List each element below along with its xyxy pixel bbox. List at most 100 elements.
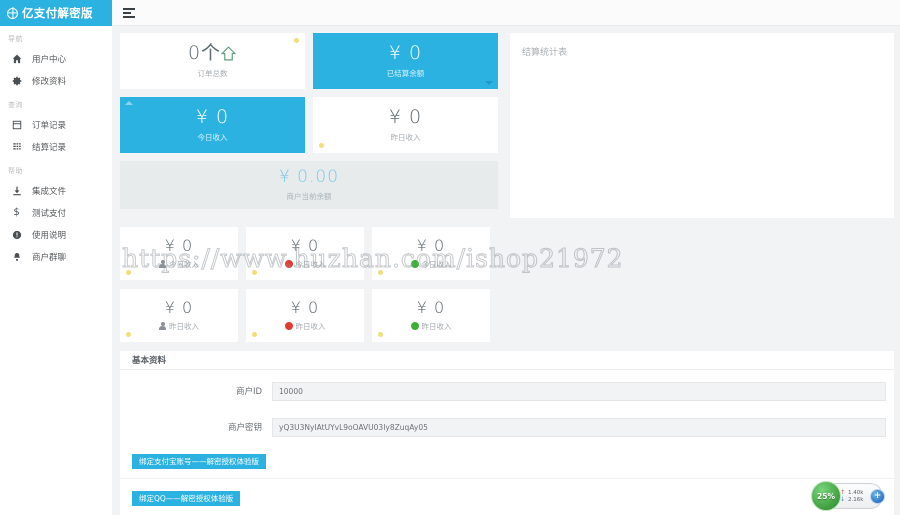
stat-card-current-balance[interactable]: ¥ 0.00 商户当前余额 [120,161,498,209]
info-icon [11,230,22,240]
stat-label: 今日收入 [284,259,326,270]
sidebar-item-label: 集成文件 [32,187,67,197]
basic-info-panel: 基本资料 商户ID 10000 商户密钥 yQ3U3NyIAtUYvL9oOAV… [120,351,894,515]
sidebar-item-user-center[interactable]: 用户中心 [0,48,112,70]
stat-cards-column: 0个 订单总数 ¥ 0 已结算余额 ¥ 0 今日收入 ¥ 0 昨日收入 ¥ 0.… [120,33,502,218]
corner-dot-icon [294,38,299,43]
upload-value: 1.40k [848,489,864,496]
stat-card-wechat-today[interactable]: ¥ 0 今日收入 [372,227,490,280]
triangle-up-icon [125,101,133,105]
payment-stat-row-today: ¥ 0 今日收入 ¥ 0 今日收入 ¥ 0 今日收入 [120,227,894,280]
bind-qq-row: 绑定QQ——解密授权体验版 [120,486,894,506]
stat-label-text: 昨日收入 [169,321,199,331]
corner-dot-icon [319,143,324,148]
bind-alipay-button[interactable]: 绑定支付宝账号——解密授权体验版 [132,454,266,469]
stat-card-settled-balance[interactable]: ¥ 0 已结算余额 [313,33,498,89]
panel-title: 结算统计表 [522,48,568,58]
merchant-id-label: 商户ID [235,387,262,397]
stat-card-qq-yesterday[interactable]: ¥ 0 昨日收入 [246,289,364,342]
stat-value: ¥ 0.00 [278,166,340,187]
hamburger-menu-icon[interactable] [123,7,135,18]
stat-value: ¥ 0 [195,105,230,128]
sidebar-item-instructions[interactable]: 使用说明 [0,224,112,246]
corner-dot-icon [252,270,257,275]
top-bar [112,0,900,26]
stat-value: ¥ 0 [388,41,423,64]
sidebar-item-settlement-records[interactable]: 结算记录 [0,136,112,158]
payment-stat-row-yesterday: ¥ 0 昨日收入 ¥ 0 昨日收入 ¥ 0 昨日收入 [120,289,894,342]
stat-card-today-income[interactable]: ¥ 0 今日收入 [120,97,305,153]
stat-card-yesterday-income[interactable]: ¥ 0 昨日收入 [313,97,498,153]
sidebar-item-label: 修改资料 [32,77,67,87]
sidebar-item-label: 用户中心 [32,55,67,65]
merchant-id-input[interactable]: 10000 [272,381,886,401]
stat-label: 今日收入 [197,132,228,142]
wechat-icon [410,322,419,330]
sidebar-item-merchant-group-chat[interactable]: 商户群聊 [0,246,112,268]
settlement-chart-column: 结算统计表 [510,33,894,218]
qq-icon [284,260,293,268]
stat-label: 已结算余额 [386,68,425,78]
cpu-percent-gauge: 25% [811,481,841,511]
stat-label-text: 今日收入 [295,259,326,269]
stat-label: 订单总数 [197,68,228,78]
sidebar-item-test-payment[interactable]: $ 测试支付 [0,202,112,224]
person-icon [159,322,166,330]
sidebar-item-label: 使用说明 [32,231,67,241]
stat-card-order-total[interactable]: 0个 订单总数 [120,33,305,89]
bell-icon [11,252,22,262]
basic-info-header: 基本资料 [120,351,894,370]
stat-label: 昨日收入 [284,321,326,332]
form-divider [120,478,894,479]
stat-card-alipay-yesterday[interactable]: ¥ 0 昨日收入 [120,289,238,342]
stat-label-text: 今日收入 [421,259,452,269]
stat-label: 今日收入 [159,259,199,270]
stat-row-3: ¥ 0.00 商户当前余额 [120,161,502,209]
stat-value: ¥ 0 [164,235,194,255]
wechat-icon [410,260,419,268]
stat-card-alipay-today[interactable]: ¥ 0 今日收入 [120,227,238,280]
sidebar-item-label: 订单记录 [32,121,67,131]
stat-value: 0个 [187,41,237,64]
sidebar: 亿支付解密版 导航 用户中心 修改资料 查询 订单记录 结算记录 帮助 集成文件… [0,0,112,515]
sidebar-item-edit-profile[interactable]: 修改资料 [0,70,112,92]
sidebar-group-title-help: 帮助 [8,167,23,175]
stat-label: 昨日收入 [410,321,452,332]
sidebar-item-label: 测试支付 [32,209,67,219]
settlement-chart-panel: 结算统计表 [510,33,894,218]
download-value: 2.16k [848,496,864,503]
corner-dot-icon [378,332,383,337]
upload-rate: ↑ 1.40k [840,489,864,496]
sidebar-group-title-nav: 导航 [8,35,23,43]
gear-icon [11,76,22,86]
dollar-icon: $ [13,207,20,218]
section-title: 基本资料 [132,356,167,366]
stat-row-2: ¥ 0 今日收入 ¥ 0 昨日收入 [120,97,502,153]
stat-label-text: 今日收入 [169,259,199,269]
stat-card-qq-today[interactable]: ¥ 0 今日收入 [246,227,364,280]
sidebar-group-title-query: 查询 [8,101,23,109]
download-icon [11,186,22,196]
stat-label: 今日收入 [410,259,452,270]
network-rates: ↑ 1.40k ↓ 2.16k [840,489,864,503]
stat-row-1: 0个 订单总数 ¥ 0 已结算余额 [120,33,502,89]
app-title: 亿支付解密版 [22,6,93,20]
app-root: 亿支付解密版 导航 用户中心 修改资料 查询 订单记录 结算记录 帮助 集成文件… [0,0,900,515]
stat-card-wechat-yesterday[interactable]: ¥ 0 昨日收入 [372,289,490,342]
merchant-key-label: 商户密钥 [227,423,262,433]
stat-number: 0个 [187,41,222,64]
bind-qq-button[interactable]: 绑定QQ——解密授权体验版 [132,491,241,506]
app-logo-bar[interactable]: 亿支付解密版 [0,0,112,26]
merchant-key-input[interactable]: yQ3U3NyIAtUYvL9oOAVU03Iy8ZuqAy05 [272,417,886,437]
merchant-id-row: 商户ID 10000 [120,376,894,406]
expand-plus-icon[interactable]: + [870,489,885,504]
stat-value: ¥ 0 [164,297,194,317]
stat-label: 昨日收入 [390,132,421,142]
network-speed-widget[interactable]: 25% ↑ 1.40k ↓ 2.16k + [811,481,885,511]
corner-dot-icon [252,332,257,337]
home-icon [11,54,22,64]
sidebar-item-integration-files[interactable]: 集成文件 [0,180,112,202]
sidebar-item-order-records[interactable]: 订单记录 [0,114,112,136]
sidebar-item-label: 结算记录 [32,143,67,153]
merchant-key-row: 商户密钥 yQ3U3NyIAtUYvL9oOAVU03Iy8ZuqAy05 [120,412,894,442]
